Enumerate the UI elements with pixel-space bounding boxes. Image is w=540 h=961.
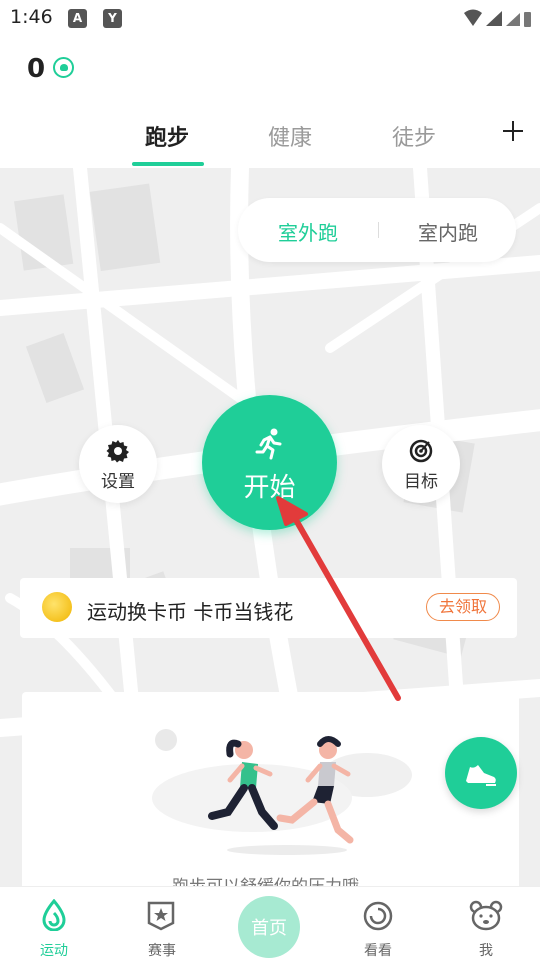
nav-events-label: 赛事 <box>148 943 176 959</box>
tab-bar: 跑步 健康 徒步 <box>0 100 540 168</box>
settings-label: 设置 <box>101 472 135 492</box>
nav-home-label: 首页 <box>251 918 287 939</box>
indoor-run-option[interactable]: 室内跑 <box>418 217 478 246</box>
claim-button[interactable]: 去领取 <box>426 593 500 621</box>
settings-button[interactable]: 设置 <box>79 425 157 503</box>
promo-text: 运动换卡币 卡币当钱花 <box>87 600 294 624</box>
tab-indicator <box>132 162 204 166</box>
tip-card: 跑步可以舒缓你的压力哦 <box>22 692 519 892</box>
add-tab-button[interactable] <box>500 118 526 144</box>
outdoor-run-option[interactable]: 室外跑 <box>278 217 338 246</box>
status-icons <box>464 9 531 27</box>
nav-sport-label: 运动 <box>40 943 68 959</box>
status-time: 1:46 <box>10 6 53 28</box>
notification-app-icon: Y <box>103 9 122 28</box>
shoe-icon <box>466 765 496 786</box>
nav-browse[interactable]: 看看 <box>324 887 432 961</box>
nav-events[interactable]: 赛事 <box>108 887 216 961</box>
event-badge-icon <box>147 901 175 931</box>
run-mode-switch: 室外跑 室内跑 <box>238 198 516 262</box>
bear-face-icon <box>469 900 503 931</box>
spiral-icon <box>363 901 393 931</box>
tab-hiking[interactable]: 徒步 <box>392 120 436 152</box>
goal-label: 目标 <box>404 472 438 492</box>
wifi-icon <box>464 9 482 26</box>
goal-button[interactable]: 目标 <box>382 425 460 503</box>
coin-icon[interactable] <box>53 57 74 78</box>
gold-coin-icon <box>42 592 72 622</box>
start-label: 开始 <box>243 473 296 503</box>
battery-icon <box>524 12 531 27</box>
sport-drop-icon <box>42 899 66 931</box>
nav-me-label: 我 <box>479 943 493 959</box>
nav-me[interactable]: 我 <box>432 887 540 961</box>
coin-count[interactable]: 0 <box>27 54 45 84</box>
mode-divider <box>378 222 379 238</box>
tab-health[interactable]: 健康 <box>268 120 312 152</box>
gear-icon <box>106 440 129 463</box>
target-icon <box>409 439 433 463</box>
start-run-button[interactable]: 开始 <box>202 395 337 530</box>
promo-banner[interactable]: 运动换卡币 卡币当钱花 去领取 <box>20 578 517 638</box>
runner-icon <box>255 428 282 460</box>
signal-icon <box>506 13 520 26</box>
tab-running[interactable]: 跑步 <box>145 120 189 152</box>
nav-home[interactable]: 首页 <box>238 896 300 958</box>
signal-icon <box>486 11 502 26</box>
nav-sport[interactable]: 运动 <box>0 887 108 961</box>
status-bar: 1:46 A Y <box>0 0 540 38</box>
nav-browse-label: 看看 <box>364 943 392 959</box>
notification-app-icon: A <box>68 9 87 28</box>
shoe-fab-button[interactable] <box>445 737 517 809</box>
running-couple-illustration <box>152 729 412 855</box>
